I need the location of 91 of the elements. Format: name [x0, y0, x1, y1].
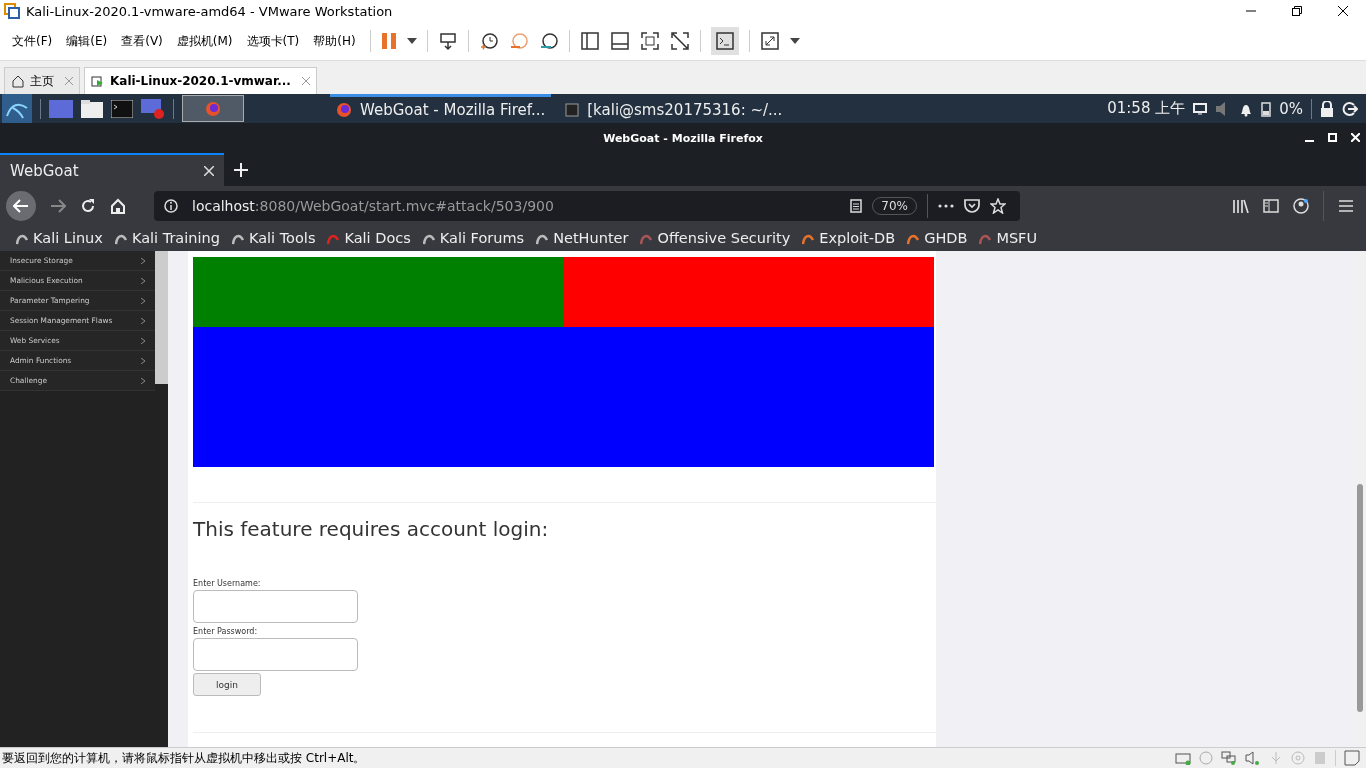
- sidebar-icon[interactable]: [1263, 198, 1279, 213]
- clock[interactable]: 01:58 上午: [1107, 99, 1186, 118]
- stretch-icon[interactable]: [759, 31, 780, 51]
- screen-recorder-icon[interactable]: [141, 98, 165, 119]
- bookmark[interactable]: Kali Linux: [16, 230, 103, 246]
- firefox-launcher[interactable]: [182, 95, 244, 122]
- sidebar-view-icon[interactable]: [579, 31, 600, 51]
- display-icon[interactable]: [1193, 102, 1208, 115]
- fullscreen-icon[interactable]: [639, 31, 660, 51]
- battery-percent: 0%: [1279, 99, 1303, 118]
- firefox-icon: [336, 102, 352, 118]
- unity-icon[interactable]: [669, 31, 690, 51]
- more-icon[interactable]: [938, 203, 954, 208]
- snapshot-manager-icon[interactable]: [538, 31, 559, 51]
- library-icon[interactable]: [1233, 198, 1249, 213]
- workspace-icon[interactable]: [49, 99, 73, 118]
- bookmark[interactable]: Exploit-DB: [802, 230, 896, 246]
- bookmark[interactable]: Kali Tools: [231, 230, 316, 246]
- terminal-icon[interactable]: [111, 99, 133, 118]
- menu-item[interactable]: 帮助(H): [313, 32, 356, 50]
- maximize-icon[interactable]: [1328, 133, 1337, 142]
- vm-icon: [91, 74, 105, 88]
- chevron-icon: [141, 317, 145, 324]
- console-view-icon[interactable]: [710, 27, 739, 55]
- firefox-icon: [205, 100, 221, 117]
- url-field[interactable]: localhost:8080/WebGoat/start.mvc#attack/503/900 70%: [154, 190, 1020, 221]
- vm-tab[interactable]: Kali-Linux-2020.1-vmwar...: [84, 67, 317, 94]
- folder-icon[interactable]: [81, 99, 103, 118]
- home-icon[interactable]: [110, 197, 126, 214]
- terminal-icon: [565, 103, 580, 117]
- vm-tab[interactable]: 主页: [4, 67, 80, 94]
- browser-title: WebGoat - Mozilla Firefox: [603, 131, 763, 145]
- pause-icon[interactable]: [380, 32, 397, 50]
- menu-icon[interactable]: [1338, 198, 1354, 213]
- sound-icon[interactable]: [1245, 751, 1261, 765]
- bookmark[interactable]: NetHunter: [536, 230, 629, 246]
- caret-icon[interactable]: [406, 38, 417, 44]
- window-title: Kali-Linux-2020.1-vmware-amd64 - VMware Workstation: [26, 3, 393, 19]
- menu-item[interactable]: 文件(F): [12, 32, 53, 50]
- browser-tab[interactable]: WebGoat: [0, 153, 224, 186]
- menu-item[interactable]: 查看(V): [121, 32, 163, 50]
- logout-icon[interactable]: [1342, 100, 1358, 117]
- taskbar-item[interactable]: [kali@sms20175316: ~/...: [559, 94, 789, 123]
- home-icon: [11, 74, 25, 88]
- login-heading: This feature requires account login:: [193, 517, 549, 541]
- caret-icon[interactable]: [789, 38, 800, 44]
- star-icon[interactable]: [990, 197, 1006, 214]
- new-tab-icon[interactable]: [234, 162, 248, 177]
- snapshot-icon[interactable]: [478, 31, 499, 51]
- bookmark[interactable]: Kali Training: [114, 230, 220, 246]
- chevron-icon: [141, 377, 145, 384]
- bookmark[interactable]: GHDB: [907, 230, 968, 246]
- menu-item[interactable]: 选项卡(T): [246, 32, 300, 50]
- password-label: Enter Password:: [193, 627, 258, 636]
- bookmark[interactable]: Kali Forums: [422, 230, 525, 246]
- info-icon[interactable]: [164, 198, 178, 213]
- menu-item[interactable]: 虚拟机(M): [176, 32, 233, 50]
- bookmark[interactable]: Offensive Security: [640, 230, 791, 246]
- kali-menu-icon[interactable]: [2, 94, 32, 123]
- reload-icon[interactable]: [80, 197, 96, 214]
- status-message: 要返回到您的计算机，请将鼠标指针从虚拟机中移出或按 Ctrl+Alt。: [2, 749, 366, 767]
- message-icon[interactable]: [1344, 750, 1360, 766]
- username-label: Enter Username:: [193, 579, 261, 588]
- chevron-icon: [141, 257, 145, 264]
- back-arrow-icon: [13, 198, 29, 213]
- pocket-icon[interactable]: [964, 198, 980, 213]
- forward-icon[interactable]: [50, 198, 66, 213]
- chevron-icon: [141, 297, 145, 304]
- battery-icon[interactable]: [1261, 100, 1272, 117]
- bookmark[interactable]: Kali Docs: [327, 230, 411, 246]
- bookmark[interactable]: MSFU: [979, 230, 1038, 246]
- thumbnail-view-icon[interactable]: [609, 31, 630, 51]
- lock-icon[interactable]: [1320, 100, 1334, 117]
- revert-snapshot-icon[interactable]: [508, 31, 529, 51]
- chevron-icon: [141, 357, 145, 364]
- username-field[interactable]: [193, 590, 358, 623]
- account-icon[interactable]: [1293, 197, 1309, 214]
- scrollbar-thumb[interactable]: [1357, 484, 1363, 712]
- url-host: localhost: [192, 197, 255, 214]
- vmware-logo-icon: [4, 3, 20, 19]
- url-path: :8080/WebGoat/start.mvc#attack/503/900: [254, 197, 554, 214]
- password-field[interactable]: [193, 638, 358, 671]
- reader-view-icon[interactable]: [850, 198, 863, 213]
- sidebar-scrollbar[interactable]: [155, 251, 168, 747]
- network-icon[interactable]: [1221, 751, 1237, 765]
- menu-item[interactable]: 编辑(E): [66, 32, 108, 50]
- login-button[interactable]: login: [193, 673, 261, 696]
- send-keys-icon[interactable]: [437, 31, 458, 51]
- chevron-icon: [141, 277, 145, 284]
- back-button[interactable]: [6, 190, 36, 221]
- chevron-icon: [141, 337, 145, 344]
